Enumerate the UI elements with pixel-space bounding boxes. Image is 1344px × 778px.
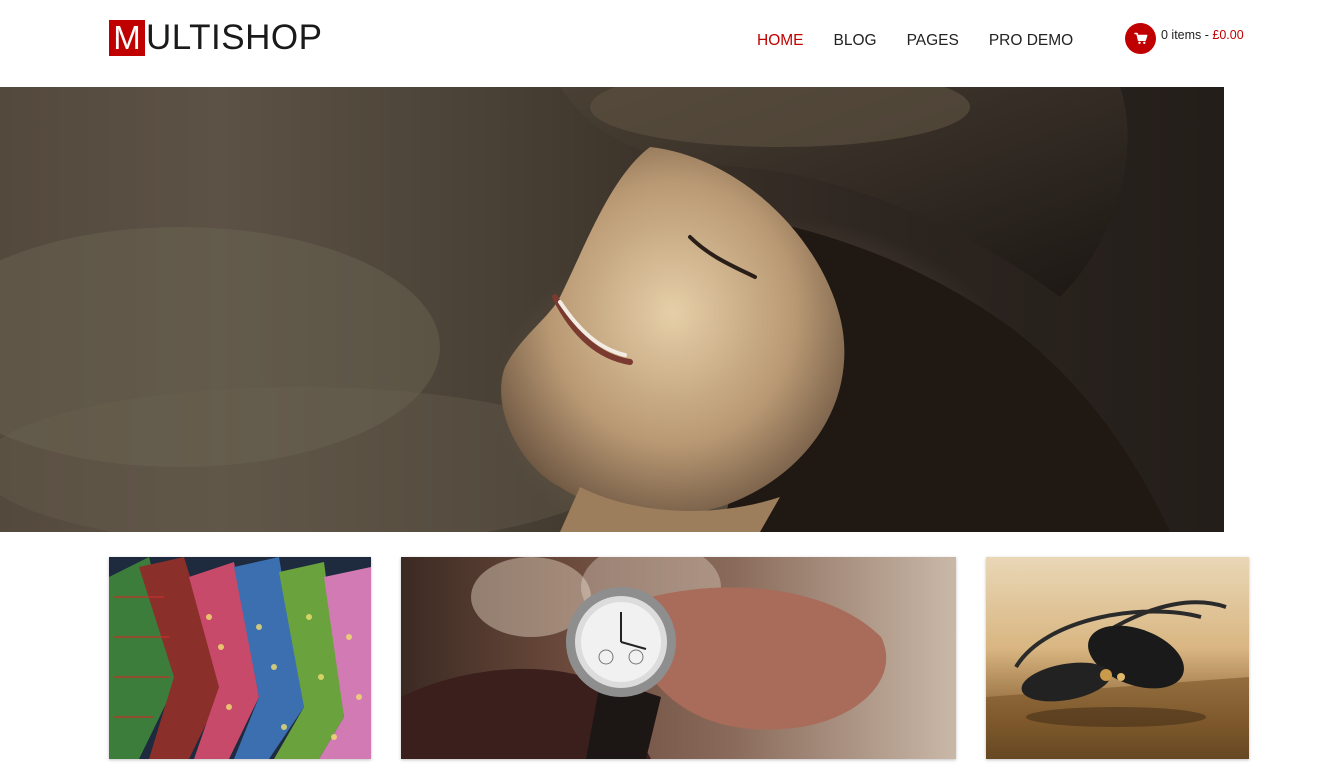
cart-item-count: 0 items - xyxy=(1161,27,1213,42)
watch-image xyxy=(401,557,887,759)
shopping-cart-icon[interactable] xyxy=(1125,23,1156,54)
nav-item-pro-demo[interactable]: PRO DEMO xyxy=(989,31,1073,51)
ties-image xyxy=(109,557,371,759)
hero-image xyxy=(0,87,1170,532)
site-header: M ULTISHOP HOME BLOG PAGES PRO DEMO 0 it… xyxy=(0,0,1344,87)
cart-total: £0.00 xyxy=(1212,27,1244,42)
category-tile-ties[interactable] xyxy=(109,557,371,759)
logo-wordmark: ULTISHOP xyxy=(146,18,323,57)
hero-banner xyxy=(0,87,1224,532)
category-tile-sunglasses[interactable] xyxy=(986,557,1249,759)
nav-item-home[interactable]: HOME xyxy=(757,31,804,51)
logo-mark: M xyxy=(109,20,145,56)
category-tile-watches[interactable] xyxy=(401,557,956,759)
mini-cart[interactable]: 0 items - £0.00 xyxy=(1125,23,1244,54)
site-logo[interactable]: M ULTISHOP xyxy=(109,20,322,56)
nav-item-blog[interactable]: BLOG xyxy=(834,31,877,51)
main-nav: HOME BLOG PAGES PRO DEMO xyxy=(757,31,1103,51)
sunglasses-image xyxy=(986,600,1249,759)
nav-item-pages[interactable]: PAGES xyxy=(907,31,959,51)
cart-summary[interactable]: 0 items - £0.00 xyxy=(1161,27,1244,43)
